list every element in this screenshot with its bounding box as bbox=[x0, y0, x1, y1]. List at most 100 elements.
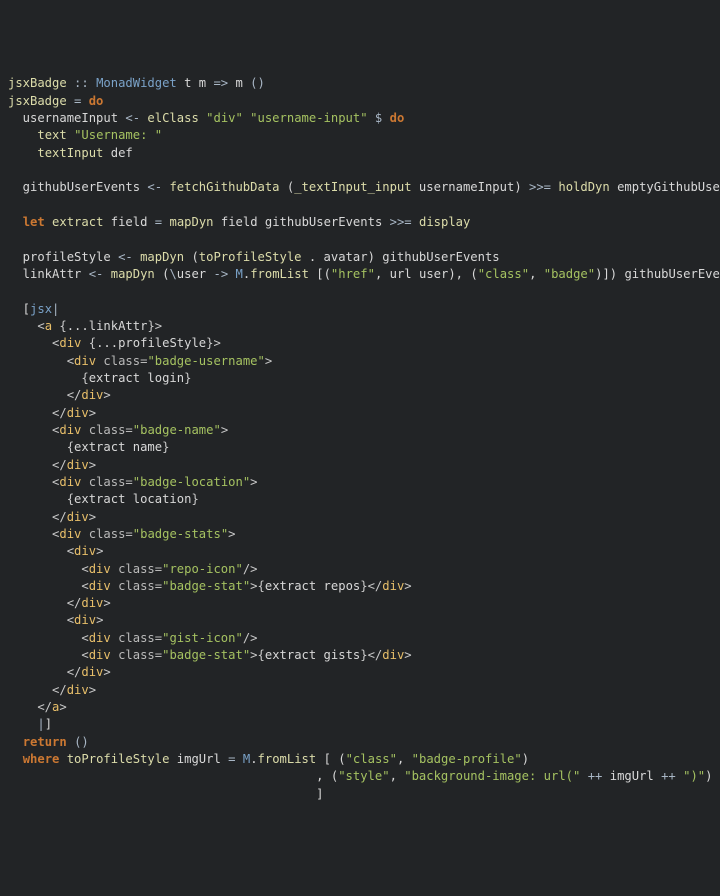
token-brak: > bbox=[250, 475, 257, 489]
token-fn: fromList bbox=[250, 267, 309, 281]
token-ident bbox=[676, 769, 683, 783]
token-ident bbox=[228, 267, 235, 281]
token-brak: { bbox=[8, 440, 74, 454]
token-ident: imgUrl bbox=[602, 769, 661, 783]
code-line: </div> bbox=[8, 457, 712, 474]
token-op: = bbox=[67, 94, 89, 108]
token-ident: ] bbox=[8, 787, 324, 801]
token-ident: m bbox=[228, 76, 250, 90]
token-brak: < bbox=[8, 544, 74, 558]
token-brak: } bbox=[360, 579, 367, 593]
token-brak: </ bbox=[8, 388, 81, 402]
token-str: "repo-icon" bbox=[162, 562, 243, 576]
token-brak: </ bbox=[8, 458, 67, 472]
token-brak: < bbox=[8, 336, 59, 350]
token-ident: [ ( bbox=[316, 752, 345, 766]
token-str: "badge" bbox=[544, 267, 595, 281]
token-tag: div bbox=[89, 648, 111, 662]
code-line: githubUserEvents <- fetchGithubData (_te… bbox=[8, 179, 712, 196]
token-brak: </ bbox=[368, 648, 383, 662]
code-line: ] bbox=[8, 786, 712, 803]
token-brak: > bbox=[228, 527, 235, 541]
token-tag: div bbox=[81, 388, 103, 402]
token-str: "class" bbox=[346, 752, 397, 766]
token-op: :: bbox=[67, 76, 96, 90]
token-str: "gist-icon" bbox=[162, 631, 243, 645]
token-brak: { bbox=[258, 579, 265, 593]
code-line: text "Username: " bbox=[8, 127, 712, 144]
token-fn: toProfileStyle bbox=[67, 752, 170, 766]
token-brak: > bbox=[59, 700, 66, 714]
token-tag: div bbox=[382, 648, 404, 662]
code-line: usernameInput <- elClass "div" "username… bbox=[8, 110, 712, 127]
token-ident bbox=[382, 111, 389, 125]
code-line bbox=[8, 162, 712, 179]
token-ident: )]) githubUserEvents bbox=[595, 267, 720, 281]
code-line bbox=[8, 231, 712, 248]
token-ident: imgUrl bbox=[169, 752, 228, 766]
token-type: M bbox=[236, 267, 243, 281]
token-fn: jsxBadge bbox=[8, 94, 67, 108]
token-brak: < bbox=[8, 527, 59, 541]
token-ident bbox=[8, 146, 37, 160]
token-ident: . avatar) githubUserEvents bbox=[302, 250, 500, 264]
token-ident: [ bbox=[8, 302, 30, 316]
token-brak: </ bbox=[8, 406, 67, 420]
token-tag: div bbox=[67, 406, 89, 420]
code-line bbox=[8, 283, 712, 300]
code-editor-viewport: { "lines": [ [["fn","jsxBadge"],["op"," … bbox=[0, 0, 720, 896]
code-line: where toProfileStyle imgUrl = M.fromList… bbox=[8, 751, 712, 768]
token-brak: } bbox=[360, 648, 367, 662]
token-brak: < bbox=[8, 354, 74, 368]
token-op: -> bbox=[213, 267, 228, 281]
token-op: | bbox=[37, 717, 44, 731]
token-attr: class= bbox=[111, 631, 162, 645]
token-tag: a bbox=[45, 319, 52, 333]
token-tag: div bbox=[59, 475, 81, 489]
token-op: | bbox=[52, 302, 59, 316]
token-str: "badge-location" bbox=[133, 475, 250, 489]
token-ident bbox=[59, 752, 66, 766]
token-ident: extract repos bbox=[265, 579, 360, 593]
token-brak: </ bbox=[8, 665, 81, 679]
token-ident: ] bbox=[45, 717, 52, 731]
token-ident: , bbox=[397, 752, 412, 766]
token-brak: < bbox=[8, 475, 59, 489]
token-ident: , ( bbox=[8, 769, 338, 783]
token-brak: } bbox=[191, 492, 198, 506]
token-brak: } bbox=[184, 371, 191, 385]
token-str: "badge-username" bbox=[147, 354, 264, 368]
token-ident: ( bbox=[280, 180, 295, 194]
token-ident bbox=[580, 769, 587, 783]
token-brak: </ bbox=[8, 510, 67, 524]
code-line: let extract field = mapDyn field githubU… bbox=[8, 214, 712, 231]
token-brak: </ bbox=[8, 596, 81, 610]
code-line: <div class="gist-icon"/> bbox=[8, 630, 712, 647]
token-fn: toProfileStyle bbox=[199, 250, 302, 264]
code-line: jsxBadge = do bbox=[8, 93, 712, 110]
token-brak: { bbox=[8, 371, 89, 385]
code-line: <a {...linkAttr}> bbox=[8, 318, 712, 335]
token-ident: extract gists bbox=[265, 648, 360, 662]
token-brak: } bbox=[162, 440, 169, 454]
token-brak: { bbox=[52, 319, 67, 333]
code-line: <div class="badge-username"> bbox=[8, 353, 712, 370]
token-fn: holdDyn bbox=[558, 180, 609, 194]
token-fn: elClass bbox=[147, 111, 198, 125]
token-ident: , url user), ( bbox=[375, 267, 478, 281]
token-tag: div bbox=[81, 665, 103, 679]
token-str: "class" bbox=[478, 267, 529, 281]
token-brak: /> bbox=[243, 631, 258, 645]
token-brak: < bbox=[8, 648, 89, 662]
code-line: <div class="badge-stat">{extract gists}<… bbox=[8, 647, 712, 664]
code-line: {extract location} bbox=[8, 491, 712, 508]
token-brak: > bbox=[221, 423, 228, 437]
token-brak: > bbox=[89, 458, 96, 472]
token-tag: div bbox=[89, 579, 111, 593]
token-op: \ bbox=[169, 267, 176, 281]
token-ident: user bbox=[177, 267, 214, 281]
token-brak: > bbox=[103, 596, 110, 610]
token-tag: div bbox=[67, 458, 89, 472]
token-brak: }> bbox=[206, 336, 221, 350]
token-op: ++ bbox=[588, 769, 603, 783]
